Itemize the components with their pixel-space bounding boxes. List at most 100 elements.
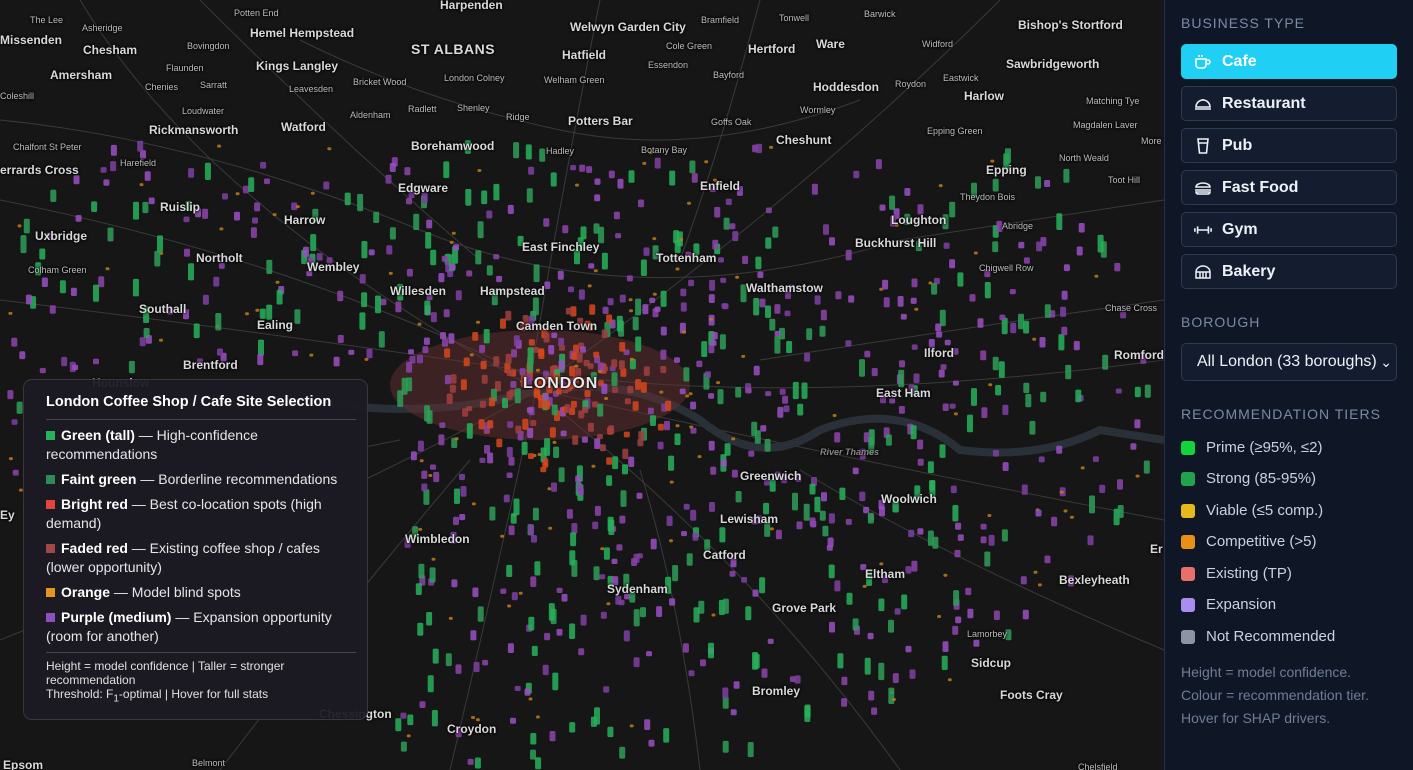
hexagon-cell[interactable] — [657, 423, 664, 431]
hexagon-cell[interactable] — [720, 459, 727, 467]
hexagon-cell[interactable] — [1001, 529, 1008, 542]
hexagon-cell[interactable] — [506, 391, 513, 400]
hexagon-cell[interactable] — [378, 331, 385, 348]
hexagon-cell[interactable] — [496, 275, 503, 283]
hexagon-cell[interactable] — [729, 223, 736, 230]
hexagon-cell[interactable] — [59, 280, 66, 294]
hexagon-cell[interactable] — [551, 404, 558, 416]
hexagon-cell[interactable] — [513, 498, 520, 516]
hexagon-cell[interactable] — [642, 304, 649, 315]
hexagon-cell[interactable] — [222, 193, 228, 200]
hexagon-cell[interactable] — [473, 661, 480, 673]
hexagon-cell[interactable] — [542, 664, 549, 676]
hexagon-cell[interactable] — [871, 707, 878, 715]
hexagon-cell[interactable] — [801, 382, 808, 399]
hexagon-cell[interactable] — [459, 473, 465, 481]
hexagon-cell[interactable] — [654, 306, 661, 312]
hexagon-cell[interactable] — [705, 371, 711, 378]
hexagon-cell[interactable] — [1023, 320, 1030, 334]
hexagon-cell[interactable] — [909, 669, 916, 679]
hexagon-cell[interactable] — [949, 259, 956, 269]
hexagon-cell[interactable] — [1099, 484, 1106, 493]
hexagon-cell[interactable] — [510, 717, 516, 724]
hexagon-cell[interactable] — [660, 366, 667, 374]
hexagon-cell[interactable] — [327, 147, 332, 151]
hexagon-cell[interactable] — [952, 625, 959, 635]
hexagon-cell[interactable] — [745, 606, 752, 621]
hexagon-cell[interactable] — [503, 494, 510, 503]
hexagon-cell[interactable] — [588, 263, 595, 269]
hexagon-cell[interactable] — [607, 726, 614, 738]
hexagon-cell[interactable] — [618, 360, 625, 370]
hexagon-cell[interactable] — [1063, 264, 1070, 272]
hexagon-cell[interactable] — [992, 178, 999, 192]
hexagon-cell[interactable] — [508, 456, 515, 466]
hexagon-cell[interactable] — [952, 380, 959, 386]
hexagon-cell[interactable] — [507, 204, 514, 214]
hexagon-cell[interactable] — [761, 668, 768, 678]
hexagon-cell[interactable] — [143, 328, 150, 339]
hexagon-cell[interactable] — [532, 507, 539, 521]
hexagon-cell[interactable] — [528, 616, 535, 631]
hexagon-cell[interactable] — [1117, 505, 1124, 518]
hexagon-cell[interactable] — [264, 178, 270, 185]
hexagon-cell[interactable] — [39, 367, 46, 374]
hexagon-cell[interactable] — [599, 574, 606, 580]
hexagon-cell[interactable] — [603, 686, 610, 693]
hexagon-cell[interactable] — [72, 364, 79, 371]
hexagon-cell[interactable] — [235, 192, 240, 196]
hexagon-cell[interactable] — [772, 226, 779, 238]
hexagon-cell[interactable] — [711, 332, 718, 340]
hexagon-cell[interactable] — [480, 360, 487, 370]
hexagon-cell[interactable] — [406, 734, 411, 738]
hexagon-cell[interactable] — [674, 357, 680, 363]
hexagon-cell[interactable] — [154, 250, 161, 267]
hexagon-cell[interactable] — [549, 731, 556, 742]
hexagon-cell[interactable] — [900, 313, 907, 320]
hexagon-cell[interactable] — [764, 438, 771, 452]
hexagon-cell[interactable] — [157, 235, 163, 253]
hexagon-cell[interactable] — [500, 318, 506, 329]
hexagon-cell[interactable] — [969, 294, 976, 302]
hexagon-cell[interactable] — [558, 467, 565, 483]
hexagon-cell[interactable] — [454, 488, 460, 505]
hexagon-cell[interactable] — [1022, 609, 1029, 620]
business-type-fast-food-button[interactable]: Fast Food — [1181, 170, 1397, 205]
hexagon-cell[interactable] — [710, 340, 717, 346]
hexagon-cell[interactable] — [957, 534, 964, 541]
hexagon-cell[interactable] — [733, 681, 740, 689]
hexagon-cell[interactable] — [987, 514, 992, 517]
hexagon-cell[interactable] — [1115, 388, 1122, 394]
hexagon-cell[interactable] — [765, 305, 771, 319]
hexagon-cell[interactable] — [292, 350, 299, 357]
hexagon-cell[interactable] — [569, 550, 576, 566]
hexagon-cell[interactable] — [544, 632, 551, 641]
hexagon-cell[interactable] — [611, 372, 618, 387]
hexagon-cell[interactable] — [575, 183, 579, 187]
hexagon-cell[interactable] — [804, 704, 811, 718]
hexagon-cell[interactable] — [455, 664, 462, 674]
hexagon-cell[interactable] — [1033, 570, 1038, 574]
hexagon-cell[interactable] — [61, 356, 68, 367]
hexagon-cell[interactable] — [505, 310, 512, 321]
hexagon-cell[interactable] — [469, 353, 474, 357]
hexagon-cell[interactable] — [477, 169, 482, 172]
hexagon-cell[interactable] — [905, 645, 912, 653]
hexagon-cell[interactable] — [863, 506, 870, 514]
hexagon-cell[interactable] — [601, 252, 608, 270]
hexagon-cell[interactable] — [640, 382, 647, 393]
hexagon-cell[interactable] — [599, 444, 606, 452]
hexagon-cell[interactable] — [867, 632, 874, 640]
hexagon-cell[interactable] — [530, 733, 537, 745]
hexagon-cell[interactable] — [616, 544, 623, 551]
hexagon-cell[interactable] — [864, 657, 871, 675]
hexagon-cell[interactable] — [755, 256, 762, 270]
hexagon-cell[interactable] — [477, 606, 484, 622]
hexagon-cell[interactable] — [619, 342, 626, 352]
hexagon-cell[interactable] — [323, 181, 330, 190]
hexagon-cell[interactable] — [911, 278, 918, 288]
hexagon-cell[interactable] — [757, 271, 764, 279]
hexagon-cell[interactable] — [623, 630, 630, 642]
hexagon-cell[interactable] — [406, 268, 413, 277]
hexagon-cell[interactable] — [892, 673, 899, 683]
